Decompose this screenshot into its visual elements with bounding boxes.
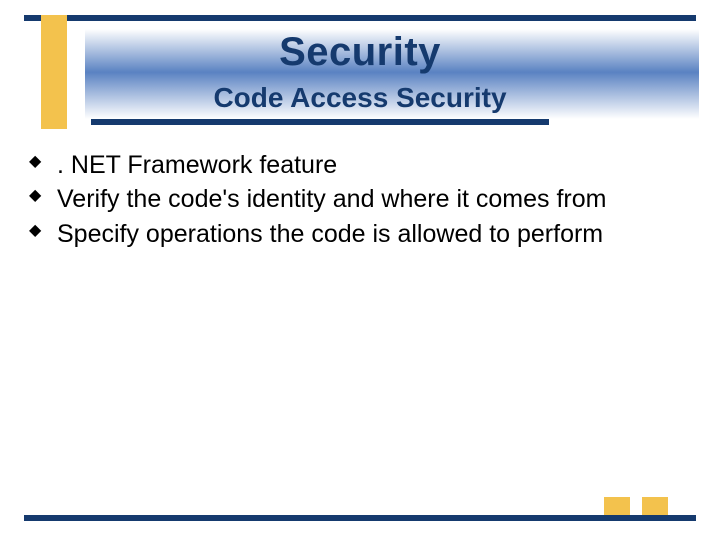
bottom-horizontal-rule — [24, 515, 696, 521]
slide-title: Security — [0, 30, 720, 75]
slide-subtitle: Code Access Security — [0, 82, 720, 114]
list-item: Verify the code's identity and where it … — [25, 184, 695, 215]
list-item: Specify operations the code is allowed t… — [25, 219, 695, 250]
subtitle-underline — [91, 119, 549, 125]
top-horizontal-rule — [24, 15, 696, 21]
bullet-list: . NET Framework feature Verify the code'… — [25, 150, 695, 250]
list-item: . NET Framework feature — [25, 150, 695, 181]
content-area: . NET Framework feature Verify the code'… — [25, 150, 695, 253]
